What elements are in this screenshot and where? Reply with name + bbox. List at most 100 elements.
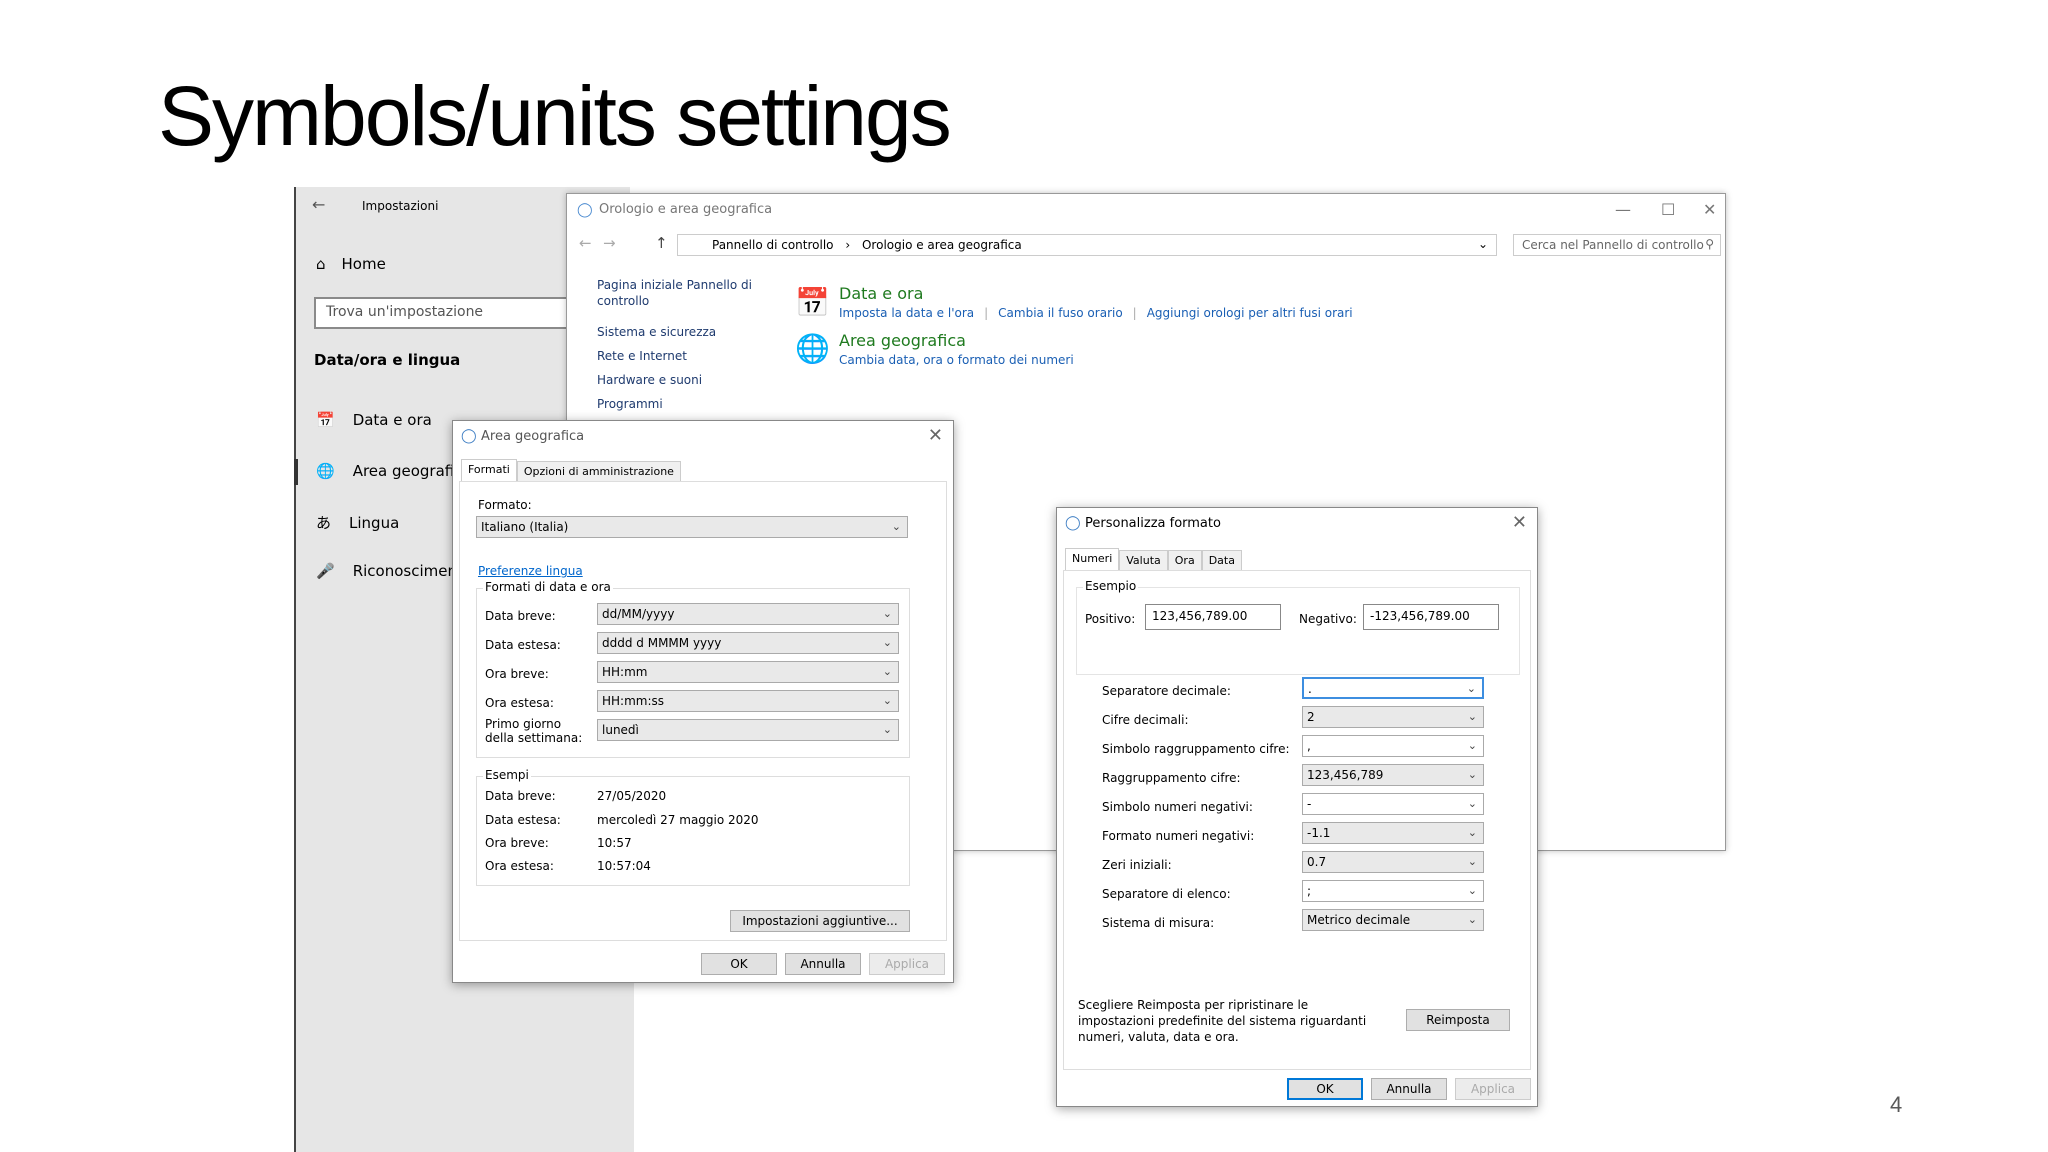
row-label: Cifre decimali: bbox=[1102, 713, 1189, 727]
row-label: Formato numeri negativi: bbox=[1102, 829, 1255, 843]
up-arrow-icon[interactable]: ↑ bbox=[655, 234, 668, 252]
numeri-panel: Esempio Positivo: 123,456,789.00 Negativ… bbox=[1063, 570, 1531, 1070]
chevron-down-icon: ⌄ bbox=[1467, 797, 1477, 810]
row-label: Simbolo numeri negativi: bbox=[1102, 800, 1253, 814]
custom-format-title: Personalizza formato bbox=[1085, 516, 1221, 531]
close-icon[interactable]: ✕ bbox=[1512, 512, 1527, 533]
control-panel-search-input[interactable]: Cerca nel Pannello di controllo ⚲ bbox=[1513, 234, 1721, 256]
combo-value: Metrico decimale bbox=[1307, 913, 1411, 927]
reset-note: Scegliere Reimposta per ripristinare le … bbox=[1078, 998, 1367, 1044]
negative-format-select[interactable]: -1.1 ⌄ bbox=[1302, 822, 1484, 844]
tab-ora[interactable]: Ora bbox=[1167, 550, 1202, 572]
cancel-button[interactable]: Annulla bbox=[1371, 1078, 1447, 1100]
format-label: Formato: bbox=[478, 498, 532, 512]
ok-button[interactable]: OK bbox=[1287, 1078, 1363, 1100]
close-icon[interactable]: ✕ bbox=[1703, 200, 1716, 219]
chevron-down-icon: ⌄ bbox=[882, 665, 892, 678]
minimize-icon[interactable]: — bbox=[1615, 200, 1631, 219]
link-fuso-orario[interactable]: Cambia il fuso orario bbox=[998, 306, 1123, 320]
first-day-select[interactable]: lunedì ⌄ bbox=[597, 719, 899, 741]
category-area-geografica[interactable]: Area geografica bbox=[839, 331, 966, 350]
left-link-sistema[interactable]: Sistema e sicurezza bbox=[597, 324, 716, 340]
chevron-down-icon: ⌄ bbox=[1467, 768, 1477, 781]
link-aggiungi-orologi[interactable]: Aggiungi orologi per altri fusi orari bbox=[1147, 306, 1353, 320]
tab-valuta[interactable]: Valuta bbox=[1119, 550, 1168, 572]
ok-button[interactable]: OK bbox=[701, 953, 777, 975]
short-date-select[interactable]: dd/MM/yyyy ⌄ bbox=[597, 603, 899, 625]
search-placeholder: Cerca nel Pannello di controllo bbox=[1522, 238, 1704, 252]
breadcrumb-item[interactable]: Orologio e area geografica bbox=[862, 238, 1022, 252]
list-separator-select[interactable]: ; ⌄ bbox=[1302, 880, 1484, 902]
long-date-select[interactable]: dddd d MMMM yyyy ⌄ bbox=[597, 632, 899, 654]
settings-home[interactable]: ⌂ Home bbox=[316, 255, 386, 273]
grouping-symbol-select[interactable]: , ⌄ bbox=[1302, 735, 1484, 757]
tab-numeri[interactable]: Numeri bbox=[1065, 548, 1120, 570]
combo-value: -1.1 bbox=[1307, 826, 1331, 840]
long-time-select[interactable]: HH:mm:ss ⌄ bbox=[597, 690, 899, 712]
breadcrumb-item[interactable]: Pannello di controllo bbox=[712, 238, 834, 252]
negative-sign-select[interactable]: - ⌄ bbox=[1302, 793, 1484, 815]
globe-icon: 🌐 bbox=[795, 332, 830, 365]
selected-indicator bbox=[294, 459, 298, 485]
link-cambia-formato[interactable]: Cambia data, ora o formato dei numeri bbox=[839, 353, 1074, 367]
format-select[interactable]: Italiano (Italia) ⌄ bbox=[476, 516, 908, 538]
combo-value: lunedì bbox=[602, 723, 639, 737]
globe-icon: ◯ bbox=[1065, 515, 1081, 531]
example-value: 27/05/2020 bbox=[597, 789, 667, 803]
chevron-down-icon[interactable]: ⌄ bbox=[1478, 237, 1488, 251]
tab-data[interactable]: Data bbox=[1201, 550, 1242, 572]
row-label: Separatore di elenco: bbox=[1102, 887, 1231, 901]
left-link-rete[interactable]: Rete e Internet bbox=[597, 348, 687, 364]
apply-button[interactable]: Applica bbox=[1455, 1078, 1531, 1100]
cancel-button[interactable]: Annulla bbox=[785, 953, 861, 975]
examples-group: Esempi Data breve: 27/05/2020 Data estes… bbox=[476, 768, 910, 886]
combo-value: ; bbox=[1307, 884, 1312, 898]
reset-button[interactable]: Reimposta bbox=[1406, 1009, 1510, 1031]
left-link-hardware[interactable]: Hardware e suoni bbox=[597, 372, 702, 388]
settings-title: Impostazioni bbox=[362, 199, 439, 213]
short-time-select[interactable]: HH:mm ⌄ bbox=[597, 661, 899, 683]
decimal-separator-select[interactable]: . ⌄ bbox=[1302, 677, 1484, 699]
back-arrow-icon[interactable]: ← bbox=[312, 195, 325, 214]
example-label: Data estesa: bbox=[485, 813, 561, 827]
measurement-system-select[interactable]: Metrico decimale ⌄ bbox=[1302, 909, 1484, 931]
chevron-down-icon: ⌄ bbox=[1467, 826, 1477, 839]
address-bar[interactable]: Pannello di controllo › Orologio e area … bbox=[677, 234, 1497, 256]
group-label: Formati di data e ora bbox=[483, 580, 613, 594]
settings-item-label: Data e ora bbox=[352, 411, 432, 429]
settings-item-lingua[interactable]: あ Lingua bbox=[316, 512, 399, 533]
tab-formati[interactable]: Formati bbox=[461, 459, 517, 481]
chevron-down-icon: ⌄ bbox=[1467, 913, 1477, 926]
left-link-programmi[interactable]: Programmi bbox=[597, 396, 663, 412]
chevron-down-icon: ⌄ bbox=[1467, 855, 1477, 868]
forward-arrow-icon[interactable]: → bbox=[603, 234, 616, 252]
maximize-icon[interactable]: ☐ bbox=[1661, 200, 1675, 219]
region-dialog: ◯ Area geografica ✕ Formati Opzioni di a… bbox=[452, 420, 954, 983]
category-data-ora-links: Imposta la data e l'ora | Cambia il fuso o… bbox=[839, 306, 1353, 320]
combo-value: dddd d MMMM yyyy bbox=[602, 636, 722, 650]
close-icon[interactable]: ✕ bbox=[928, 425, 943, 446]
additional-settings-button[interactable]: Impostazioni aggiuntive... bbox=[730, 910, 910, 932]
link-imposta-data[interactable]: Imposta la data e l'ora bbox=[839, 306, 974, 320]
settings-item-data-ora[interactable]: 📅 Data e ora bbox=[316, 411, 432, 429]
microphone-icon: 🎤 bbox=[316, 562, 335, 580]
tab-opzioni-amministrazione[interactable]: Opzioni di amministrazione bbox=[516, 461, 681, 483]
group-label: Esempio bbox=[1083, 579, 1139, 593]
settings-item-riconoscimento[interactable]: 🎤 Riconoscimento bbox=[316, 562, 472, 580]
apply-button[interactable]: Applica bbox=[869, 953, 945, 975]
decimal-digits-select[interactable]: 2 ⌄ bbox=[1302, 706, 1484, 728]
settings-item-area-geografica[interactable]: 🌐 Area geografica bbox=[316, 462, 472, 480]
example-value: 10:57 bbox=[597, 836, 632, 850]
language-icon: あ bbox=[316, 514, 332, 532]
globe-icon: ◯ bbox=[461, 428, 477, 444]
back-arrow-icon[interactable]: ← bbox=[579, 234, 592, 252]
leading-zeros-select[interactable]: 0.7 ⌄ bbox=[1302, 851, 1484, 873]
digit-grouping-select[interactable]: 123,456,789 ⌄ bbox=[1302, 764, 1484, 786]
calendar-clock-icon: 📅 bbox=[316, 411, 335, 429]
category-data-ora[interactable]: Data e ora bbox=[839, 284, 923, 303]
search-icon: ⚲ bbox=[1705, 237, 1714, 251]
language-preferences-link[interactable]: Preferenze lingua bbox=[478, 564, 583, 578]
combo-value: , bbox=[1307, 739, 1311, 753]
left-link-home[interactable]: Pagina iniziale Pannello di controllo bbox=[597, 277, 757, 309]
slide-title: Symbols/units settings bbox=[158, 69, 952, 163]
